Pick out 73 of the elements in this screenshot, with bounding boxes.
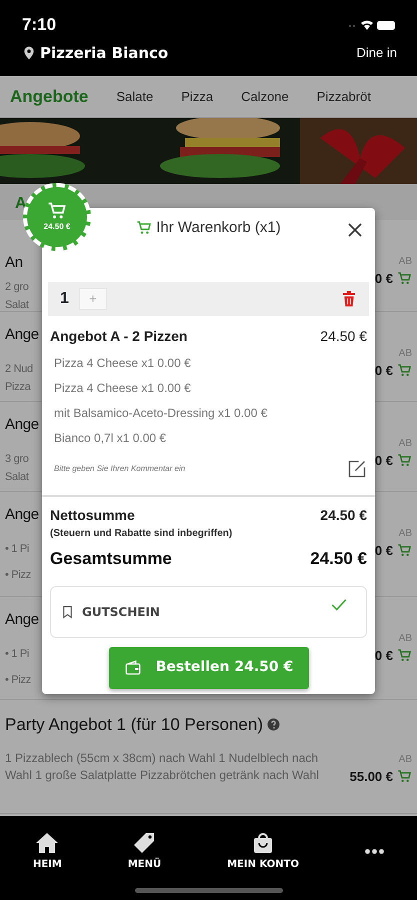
trash-icon[interactable] — [341, 290, 357, 308]
item-price: 24.50 € — [320, 327, 367, 346]
item-option: Pizza 4 Cheese x1 0.00 € — [50, 354, 367, 372]
dialog-title: Ihr Warenkorb (x1) — [156, 218, 281, 238]
cart-icon — [47, 201, 67, 221]
item-description: 2 gro — [5, 280, 29, 294]
from-label: AB — [398, 632, 412, 646]
item-title: An — [5, 253, 24, 273]
edit-icon[interactable] — [347, 459, 367, 479]
cart-icon[interactable] — [397, 453, 412, 468]
cart-icon[interactable] — [397, 271, 412, 286]
item-price: 0 € — [374, 452, 393, 470]
item-option: mit Balsamico-Aceto-Dressing x1 0.00 € — [50, 404, 367, 422]
location-name: Pizzeria Bianco — [40, 42, 168, 64]
order-mode[interactable]: Dine in — [356, 43, 397, 62]
item-description: Salat — [5, 470, 30, 485]
tag-icon — [132, 830, 156, 854]
cart-icon[interactable] — [397, 543, 412, 558]
item-price: 0 € — [374, 270, 393, 288]
cart-icon — [136, 220, 152, 236]
category-tab[interactable]: Pizzabröt — [316, 86, 371, 106]
category-tab[interactable]: Calzone — [241, 86, 289, 106]
item-price: 0 € — [374, 647, 393, 665]
nav-tab[interactable]: MENÜ — [128, 830, 162, 872]
quantity-value: 1 — [60, 289, 69, 309]
home-icon — [35, 830, 60, 854]
category-tab[interactable]: Pizza — [181, 86, 214, 106]
voucher-button[interactable]: GUTSCHEIN — [50, 586, 367, 638]
item-price: 0 € — [374, 542, 393, 560]
item-description: Pizza — [5, 380, 32, 395]
item-option: Pizza 4 Cheese x1 0.00 € — [50, 379, 367, 397]
cart-icon[interactable] — [397, 363, 412, 378]
item-description: Salat — [5, 298, 29, 313]
item-description: • 1 Pi — [5, 542, 30, 556]
total-value: 24.50 € — [310, 548, 367, 570]
wallet-icon — [124, 660, 142, 676]
net-value: 24.50 € — [320, 506, 367, 525]
item-title: Ange — [5, 325, 39, 345]
status-time: 7:10 — [22, 14, 56, 36]
item-description: 2 Nud — [5, 362, 34, 376]
from-label: AB — [398, 255, 412, 269]
item-title: Ange — [5, 610, 39, 630]
menu-item-row[interactable]: Party Angebot 1 (für 10 Personen) 1 Pizzablech (55cm x 38cm) nach Wahl 1 Nudelblech nach Wahl 1 große Salatplatte Pizzabrötchen getränk nach Wahl AB 55.00 € — [0, 700, 417, 814]
item-title: Ange — [5, 505, 39, 525]
from-label: AB — [398, 753, 412, 767]
item-description: • 1 Pi — [5, 646, 30, 662]
item-title: Party Angebot 1 (für 10 Personen) — [5, 714, 263, 736]
item-description: 3 gro — [5, 452, 30, 466]
category-tab[interactable]: Salate — [116, 86, 154, 106]
bookmark-icon — [61, 604, 74, 620]
more-icon — [364, 848, 384, 854]
item-description: • Pizz — [5, 673, 32, 688]
item-title: Ange — [5, 415, 39, 435]
item-price: 0 € — [374, 362, 393, 380]
tax-note: (Steuern und Rabatte sind inbegriffen) — [50, 527, 234, 541]
from-label: AB — [398, 437, 412, 451]
nav-tab[interactable]: MEIN KONTO — [227, 830, 299, 872]
location-pin-icon — [22, 44, 36, 62]
item-description: 1 Pizzablech (55cm x 38cm) nach Wahl 1 Nudelblech nach Wahl 1 große Salatplatte Pizzabrötchen getränk nach Wahl — [5, 750, 320, 784]
item-price: 55.00 € — [350, 768, 393, 786]
item-name: Angebot A - 2 Pizzen — [50, 327, 188, 346]
status-icons — [347, 18, 397, 32]
item-description: • Pizz — [5, 568, 32, 583]
net-label: Nettosumme — [50, 506, 135, 525]
from-label: AB — [398, 527, 412, 541]
nav-tab[interactable]: HEIM — [32, 830, 62, 872]
cart-icon[interactable] — [397, 769, 412, 784]
total-label: Gesamtsumme — [50, 548, 172, 570]
help-icon — [267, 718, 280, 732]
cart-icon[interactable] — [397, 648, 412, 664]
item-option: Bianco 0,7l x1 0.00 € — [50, 429, 367, 447]
from-label: AB — [398, 347, 412, 361]
more-button[interactable] — [364, 848, 384, 854]
